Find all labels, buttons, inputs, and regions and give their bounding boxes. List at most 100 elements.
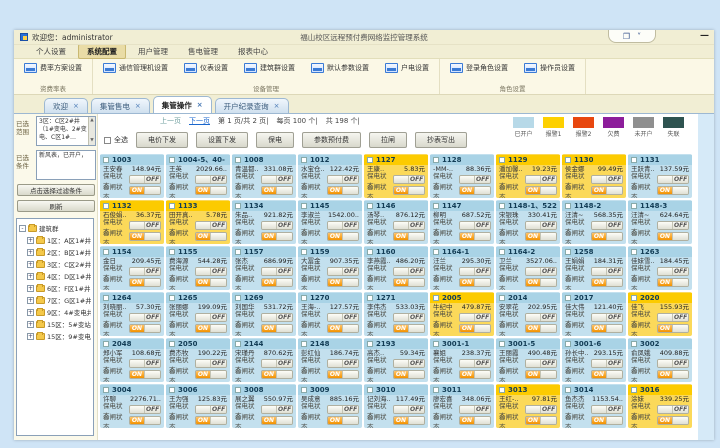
hezha-toggle[interactable]: ON xyxy=(327,370,359,379)
close-icon[interactable]: × xyxy=(73,102,79,110)
hezha-toggle[interactable]: ON xyxy=(459,416,491,425)
hezha-toggle[interactable]: ON xyxy=(261,370,293,379)
baodian-toggle[interactable]: OFF xyxy=(195,175,227,184)
hezha-toggle[interactable]: ON xyxy=(129,324,161,333)
hezha-toggle[interactable]: ON xyxy=(261,278,293,287)
baodian-toggle[interactable]: OFF xyxy=(525,359,557,368)
baodian-toggle[interactable]: OFF xyxy=(261,221,293,230)
card-checkbox[interactable] xyxy=(631,387,637,393)
toolbar-button-2[interactable]: 设置下发 xyxy=(196,132,248,148)
tree-item-3[interactable]: +3区：C区2#井（1… xyxy=(19,258,91,270)
baodian-toggle[interactable]: OFF xyxy=(459,175,491,184)
card-checkbox[interactable] xyxy=(565,295,571,301)
menu-item-2[interactable]: 系统配置 xyxy=(78,44,126,59)
tab-3[interactable]: 集管操作× xyxy=(153,96,212,113)
baodian-toggle[interactable]: OFF xyxy=(129,221,161,230)
chevron-down-icon[interactable]: ˅ xyxy=(637,32,641,41)
baodian-toggle[interactable]: OFF xyxy=(195,313,227,322)
hezha-toggle[interactable]: ON xyxy=(129,278,161,287)
card-checkbox[interactable] xyxy=(103,387,109,393)
baodian-toggle[interactable]: OFF xyxy=(327,221,359,230)
card-checkbox[interactable] xyxy=(499,295,505,301)
hezha-toggle[interactable]: ON xyxy=(591,232,623,241)
ribbon-button-3-1[interactable]: 登录角色设置 xyxy=(450,63,508,73)
tree-expander-icon[interactable]: + xyxy=(27,237,34,244)
baodian-toggle[interactable]: OFF xyxy=(459,267,491,276)
card-checkbox[interactable] xyxy=(301,387,307,393)
hezha-toggle[interactable]: ON xyxy=(393,232,425,241)
baodian-toggle[interactable]: OFF xyxy=(657,267,689,276)
hezha-toggle[interactable]: ON xyxy=(129,416,161,425)
toolbar-button-6[interactable]: 抄表写出 xyxy=(415,132,467,148)
tree-expander-icon[interactable]: + xyxy=(27,261,34,268)
card-checkbox[interactable] xyxy=(565,203,571,209)
card-checkbox[interactable] xyxy=(367,341,373,347)
hezha-toggle[interactable]: ON xyxy=(591,416,623,425)
tree-item-5[interactable]: +6区：F区1#井（F… xyxy=(19,282,91,294)
baodian-toggle[interactable]: OFF xyxy=(525,267,557,276)
hezha-toggle[interactable]: ON xyxy=(525,416,557,425)
tree-item-2[interactable]: +2区：B区1#井（B区1… xyxy=(19,246,91,258)
hezha-toggle[interactable]: ON xyxy=(525,370,557,379)
tree-expander-icon[interactable]: + xyxy=(27,273,34,280)
tab-4[interactable]: 开户纪录查询× xyxy=(215,98,289,113)
baodian-toggle[interactable]: OFF xyxy=(129,313,161,322)
baodian-toggle[interactable]: OFF xyxy=(525,313,557,322)
baodian-toggle[interactable]: OFF xyxy=(195,405,227,414)
close-icon[interactable]: × xyxy=(274,102,280,110)
hezha-toggle[interactable]: ON xyxy=(195,186,227,195)
ribbon-button-2-5[interactable]: 户电设置 xyxy=(385,63,429,73)
hezha-toggle[interactable]: ON xyxy=(327,186,359,195)
baodian-toggle[interactable]: OFF xyxy=(459,313,491,322)
baodian-toggle[interactable]: OFF xyxy=(393,221,425,230)
hezha-toggle[interactable]: ON xyxy=(459,370,491,379)
card-checkbox[interactable] xyxy=(499,387,505,393)
close-icon[interactable]: × xyxy=(197,101,203,109)
hezha-toggle[interactable]: ON xyxy=(459,278,491,287)
baodian-toggle[interactable]: OFF xyxy=(393,313,425,322)
card-checkbox[interactable] xyxy=(301,249,307,255)
hezha-toggle[interactable]: ON xyxy=(591,324,623,333)
card-checkbox[interactable] xyxy=(169,157,175,163)
baodian-toggle[interactable]: OFF xyxy=(327,267,359,276)
tree-expander-icon[interactable]: + xyxy=(27,297,34,304)
hezha-toggle[interactable]: ON xyxy=(591,278,623,287)
tree-expander-icon[interactable]: + xyxy=(27,333,34,340)
hezha-toggle[interactable]: ON xyxy=(327,278,359,287)
scroll-down-icon[interactable]: ▼ xyxy=(90,138,93,144)
menu-item-1[interactable]: 个人设置 xyxy=(28,45,74,58)
baodian-toggle[interactable]: OFF xyxy=(129,359,161,368)
baodian-toggle[interactable]: OFF xyxy=(327,359,359,368)
hezha-toggle[interactable]: ON xyxy=(195,278,227,287)
hezha-toggle[interactable]: ON xyxy=(129,186,161,195)
ribbon-button-2-1[interactable]: 通信管理机设置 xyxy=(103,63,168,73)
toolbar-button-5[interactable]: 拉闸 xyxy=(369,132,407,148)
ribbon-button-2-4[interactable]: 默认参数设置 xyxy=(311,63,369,73)
hezha-toggle[interactable]: ON xyxy=(459,232,491,241)
selected-range-listbox[interactable]: 3区：C区2#井（1#变电、2#变电、C区1#… ▲▼ xyxy=(36,116,96,146)
card-checkbox[interactable] xyxy=(103,157,109,163)
card-checkbox[interactable] xyxy=(103,249,109,255)
baodian-toggle[interactable]: OFF xyxy=(459,221,491,230)
card-checkbox[interactable] xyxy=(631,249,637,255)
baodian-toggle[interactable]: OFF xyxy=(525,405,557,414)
card-checkbox[interactable] xyxy=(499,157,505,163)
ribbon-button-1-1[interactable]: 费率方案设置 xyxy=(24,63,82,73)
tree-expander-icon[interactable]: + xyxy=(27,285,34,292)
card-checkbox[interactable] xyxy=(367,387,373,393)
baodian-toggle[interactable]: OFF xyxy=(393,359,425,368)
card-checkbox[interactable] xyxy=(367,249,373,255)
card-checkbox[interactable] xyxy=(169,341,175,347)
baodian-toggle[interactable]: OFF xyxy=(525,221,557,230)
ribbon-button-3-2[interactable]: 操作员设置 xyxy=(524,63,575,73)
baodian-toggle[interactable]: OFF xyxy=(459,405,491,414)
hezha-toggle[interactable]: ON xyxy=(261,324,293,333)
toolbar-button-4[interactable]: 参数预付费 xyxy=(302,132,361,148)
tree-root[interactable]: -建筑群 xyxy=(19,222,91,234)
card-checkbox[interactable] xyxy=(433,157,439,163)
baodian-toggle[interactable]: OFF xyxy=(393,175,425,184)
card-checkbox[interactable] xyxy=(367,203,373,209)
baodian-toggle[interactable]: OFF xyxy=(195,359,227,368)
hezha-toggle[interactable]: ON xyxy=(657,416,689,425)
baodian-toggle[interactable]: OFF xyxy=(591,359,623,368)
